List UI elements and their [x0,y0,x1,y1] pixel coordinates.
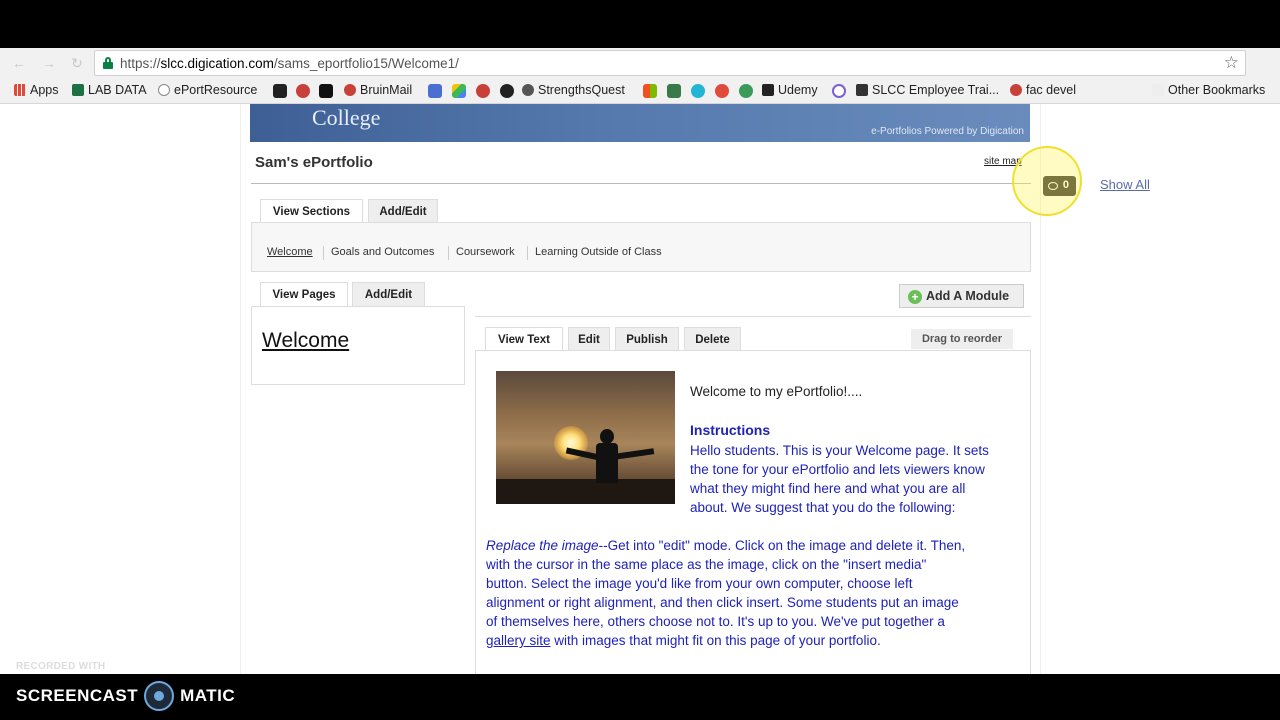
slcc-icon [856,84,868,96]
bookmark-fac-devel[interactable]: fac devel [1010,83,1076,97]
plus-circle-icon: + [908,290,922,304]
page-link-welcome[interactable]: Welcome [262,329,349,353]
section-link-coursework[interactable]: Coursework [456,246,515,258]
tab-edit[interactable]: Edit [568,327,610,351]
url-text: https://slcc.digication.com/sams_eportfo… [120,56,459,71]
paragraph-line: with the cursor in the same place as the… [486,557,927,572]
instructions-line: what they might find here and what you a… [690,481,966,496]
header-divider [251,183,1031,184]
tab-view-pages[interactable]: View Pages [260,282,348,306]
g-logo-icon [522,84,534,96]
bookmark-eportresource[interactable]: ePortResource [158,83,257,97]
paragraph-line: alignment or right alignment, and then c… [486,595,959,610]
microsoft-icon[interactable] [643,84,657,98]
bookmark-star-icon[interactable]: ☆ [1224,53,1239,73]
udemy-icon [762,84,774,96]
wordpress-icon [158,84,170,96]
instructions-line: the tone for your ePortfolio and lets vi… [690,462,985,477]
drag-to-reorder-handle[interactable]: Drag to reorder [911,329,1013,349]
gallery-site-link[interactable]: gallery site [486,633,551,648]
paragraph-line: button. Select the image you'd like from… [486,576,913,591]
section-separator [323,246,324,260]
globe-icon[interactable] [739,84,753,98]
digication-icon[interactable] [273,84,287,98]
show-all-link[interactable]: Show All [1100,177,1150,192]
bookmarks-bar: Apps LAB DATA ePortResource BruinMail St… [0,78,1280,104]
instructions-line: Hello students. This is your Welcome pag… [690,443,989,458]
drive-icon[interactable] [452,84,466,98]
record-dot-icon [144,681,175,711]
tab-view-sections[interactable]: View Sections [260,199,363,223]
forward-icon[interactable]: → [40,54,58,72]
bookmark-lab-data[interactable]: LAB DATA [72,83,147,97]
paragraph-line: of themselves here, others choose not to… [486,614,945,629]
reload-icon[interactable]: ↻ [68,54,86,72]
college-banner: College e-Portfolios Powered by Digicati… [250,104,1030,142]
circle-icon[interactable] [832,84,846,98]
youtube-icon[interactable] [715,84,729,98]
link-icon-2[interactable] [476,84,490,98]
recorded-with-label: RECORDED WITH [16,661,106,672]
mail-icon [344,84,356,96]
bookmark-apps[interactable]: Apps [14,83,59,97]
tab-publish[interactable]: Publish [615,327,679,351]
link-icon[interactable] [296,84,310,98]
gallery-line: gallery site with images that might fit … [486,633,881,648]
powered-by-text: e-Portfolios Powered by Digication [871,126,1024,137]
screencast-o-matic-logo: SCREENCAST MATIC [16,681,235,711]
bookmark-strengthsquest[interactable]: StrengthsQuest [522,83,625,97]
section-separator [527,246,528,260]
link-icon-3 [1010,84,1022,96]
instructions-line: about. We suggest that you do the follow… [690,500,956,515]
tab-delete[interactable]: Delete [684,327,741,351]
module-divider [475,316,1031,317]
sunset-silhouette-image[interactable] [496,371,675,504]
bookmark-udemy[interactable]: Udemy [762,83,818,97]
lock-icon [103,57,113,69]
section-separator [448,246,449,260]
address-bar[interactable]: https://slcc.digication.com/sams_eportfo… [94,50,1246,76]
section-link-welcome[interactable]: Welcome [267,246,313,258]
clock-icon[interactable] [500,84,514,98]
section-link-goals[interactable]: Goals and Outcomes [331,246,434,258]
s-logo-icon[interactable] [319,84,333,98]
college-logo-text: College [312,105,381,130]
cursor-highlight [1012,146,1082,216]
calendar-icon[interactable] [428,84,442,98]
section-link-learning-outside[interactable]: Learning Outside of Class [535,246,662,258]
apps-grid-icon [14,84,26,96]
instructions-heading: Instructions [690,422,771,438]
canva-icon[interactable] [691,84,705,98]
add-module-button[interactable]: + Add A Module [899,284,1024,308]
excel-icon [72,84,84,96]
replace-image-line: Replace the image--Get into "edit" mode.… [486,538,966,553]
bookmark-icon[interactable] [667,84,681,98]
folder-icon [1152,84,1164,96]
welcome-text: Welcome to my ePortfolio!.... [690,384,863,399]
tab-add-edit-pages[interactable]: Add/Edit [352,282,425,306]
tab-view-text[interactable]: View Text [485,327,563,351]
tab-add-edit-sections[interactable]: Add/Edit [368,199,438,223]
bookmark-slcc-training[interactable]: SLCC Employee Trai... [856,83,999,97]
window-top-bar [0,0,1280,48]
bookmark-bruinmail[interactable]: BruinMail [344,83,412,97]
portfolio-title: Sam's ePortfolio [255,154,373,171]
web-page: College e-Portfolios Powered by Digicati… [0,104,1280,674]
bookmark-other[interactable]: Other Bookmarks [1152,83,1265,97]
back-icon[interactable]: ← [10,54,28,72]
